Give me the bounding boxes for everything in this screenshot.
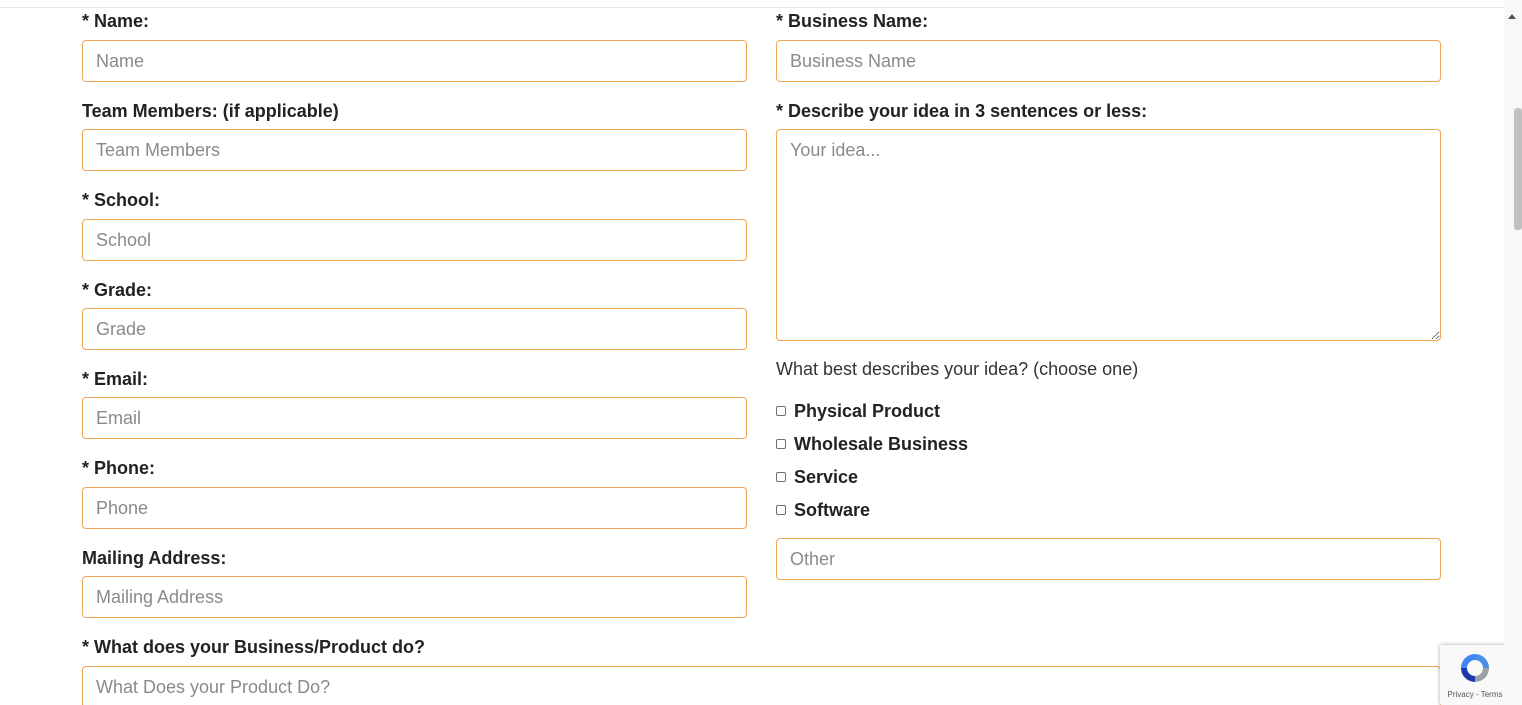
option-physical-product[interactable]: Physical Product (776, 400, 940, 422)
team-members-label: Team Members: (if applicable) (82, 101, 339, 121)
name-label: * Name: (82, 11, 150, 31)
product-does-label: * What does your Business/Product do? (82, 637, 426, 657)
option-software[interactable]: Software (776, 499, 870, 521)
checkbox-icon[interactable] (776, 472, 786, 482)
recaptcha-icon (1461, 654, 1489, 682)
option-service[interactable]: Service (776, 466, 858, 488)
business-name-input[interactable] (776, 40, 1441, 82)
idea-textarea[interactable] (776, 129, 1441, 341)
option-label: Service (794, 466, 859, 487)
option-label: Wholesale Business (794, 433, 969, 454)
team-members-input[interactable] (82, 129, 747, 171)
school-input[interactable] (82, 219, 747, 261)
checkbox-icon[interactable] (776, 406, 786, 416)
idea-type-prompt: What best describes your idea? (choose o… (776, 359, 1139, 379)
business-name-label: * Business Name: (776, 11, 929, 31)
vertical-scrollbar[interactable] (1504, 0, 1522, 705)
grade-input[interactable] (82, 308, 747, 350)
phone-input[interactable] (82, 487, 747, 529)
option-wholesale-business[interactable]: Wholesale Business (776, 433, 968, 455)
option-label: Physical Product (794, 400, 941, 421)
checkbox-icon[interactable] (776, 439, 786, 449)
grade-label: * Grade: (82, 280, 153, 300)
idea-label: * Describe your idea in 3 sentences or l… (776, 101, 1148, 121)
email-label: * Email: (82, 369, 149, 389)
school-label: * School: (82, 190, 161, 210)
name-input[interactable] (82, 40, 747, 82)
recaptcha-footer[interactable]: Privacy - Terms (1440, 690, 1510, 699)
mailing-address-label: Mailing Address: (82, 548, 227, 568)
phone-label: * Phone: (82, 458, 156, 478)
recaptcha-badge[interactable]: Privacy - Terms (1440, 645, 1510, 705)
checkbox-icon[interactable] (776, 505, 786, 515)
page: * Name: Team Members: (if applicable) * … (0, 0, 1522, 705)
other-input[interactable] (776, 538, 1441, 580)
top-divider (0, 7, 1504, 8)
scrollbar-thumb[interactable] (1514, 108, 1522, 230)
mailing-address-input[interactable] (82, 576, 747, 618)
email-input[interactable] (82, 397, 747, 439)
product-does-input[interactable] (82, 666, 1441, 705)
option-label: Software (794, 499, 871, 520)
scroll-up-arrow-icon[interactable] (1508, 14, 1516, 19)
